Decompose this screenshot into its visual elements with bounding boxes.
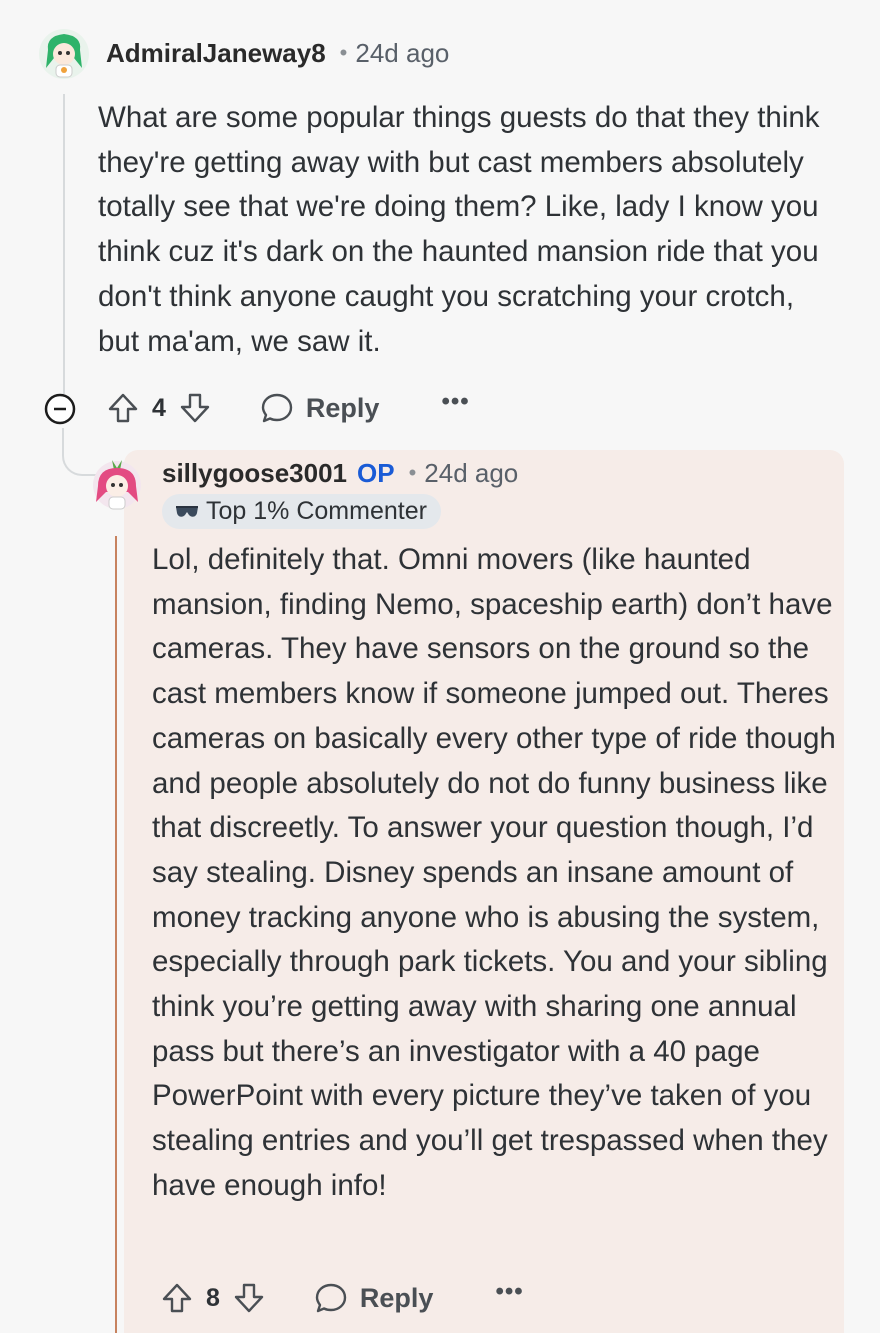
comment-actions: 8 Reply ••• — [160, 1278, 524, 1318]
speech-bubble-icon — [261, 393, 293, 423]
downvote-button[interactable] — [232, 1281, 266, 1315]
comment-body: What are some popular things guests do t… — [98, 101, 820, 358]
avatar[interactable] — [90, 456, 144, 510]
reply-label: Reply — [305, 392, 380, 423]
minus-circle-icon — [44, 393, 76, 425]
comment-actions: 4 Reply ••• — [106, 388, 470, 428]
comment-header: AdmiralJaneway8 • 24d ago — [106, 36, 449, 70]
upvote-button[interactable] — [160, 1281, 194, 1315]
pink-haired-avatar-icon — [93, 460, 141, 510]
timestamp[interactable]: 24d ago — [424, 458, 518, 489]
separator-dot: • — [408, 460, 417, 485]
arrow-up-icon — [108, 393, 138, 423]
username[interactable]: AdmiralJaneway8 — [106, 38, 326, 69]
green-haired-avatar-icon — [39, 29, 89, 79]
top-commenter-badge[interactable]: Top 1% Commenter — [162, 494, 441, 529]
username[interactable]: sillygoose3001 — [162, 458, 347, 489]
vote-count: 8 — [206, 1283, 220, 1312]
upvote-button[interactable] — [106, 391, 140, 425]
thread-line[interactable] — [115, 536, 117, 1333]
comment-body: Lol, definitely that. Omni movers (like … — [152, 543, 836, 1202]
op-badge: OP — [357, 457, 395, 488]
avatar[interactable] — [38, 28, 90, 80]
comment-header: sillygoose3001 OP • 24d ago — [162, 456, 518, 490]
collapse-button[interactable] — [43, 392, 77, 426]
reply-button[interactable]: Reply — [314, 1281, 434, 1315]
arrow-down-icon — [234, 1283, 264, 1313]
reply-label: Reply — [359, 1282, 434, 1313]
speech-bubble-icon — [315, 1283, 347, 1313]
arrow-down-icon — [180, 393, 210, 423]
arrow-up-icon — [162, 1283, 192, 1313]
more-options-button[interactable]: ••• — [495, 1278, 523, 1306]
reply-button[interactable]: Reply — [260, 391, 380, 425]
downvote-button[interactable] — [178, 391, 212, 425]
vote-count: 4 — [152, 393, 166, 422]
badge-label: Top 1% Commenter — [206, 497, 427, 525]
separator-dot: • — [339, 40, 348, 65]
timestamp[interactable]: 24d ago — [355, 38, 449, 69]
more-options-button[interactable]: ••• — [441, 388, 469, 416]
thread-line[interactable] — [63, 94, 65, 394]
sunglasses-icon — [176, 505, 198, 517]
